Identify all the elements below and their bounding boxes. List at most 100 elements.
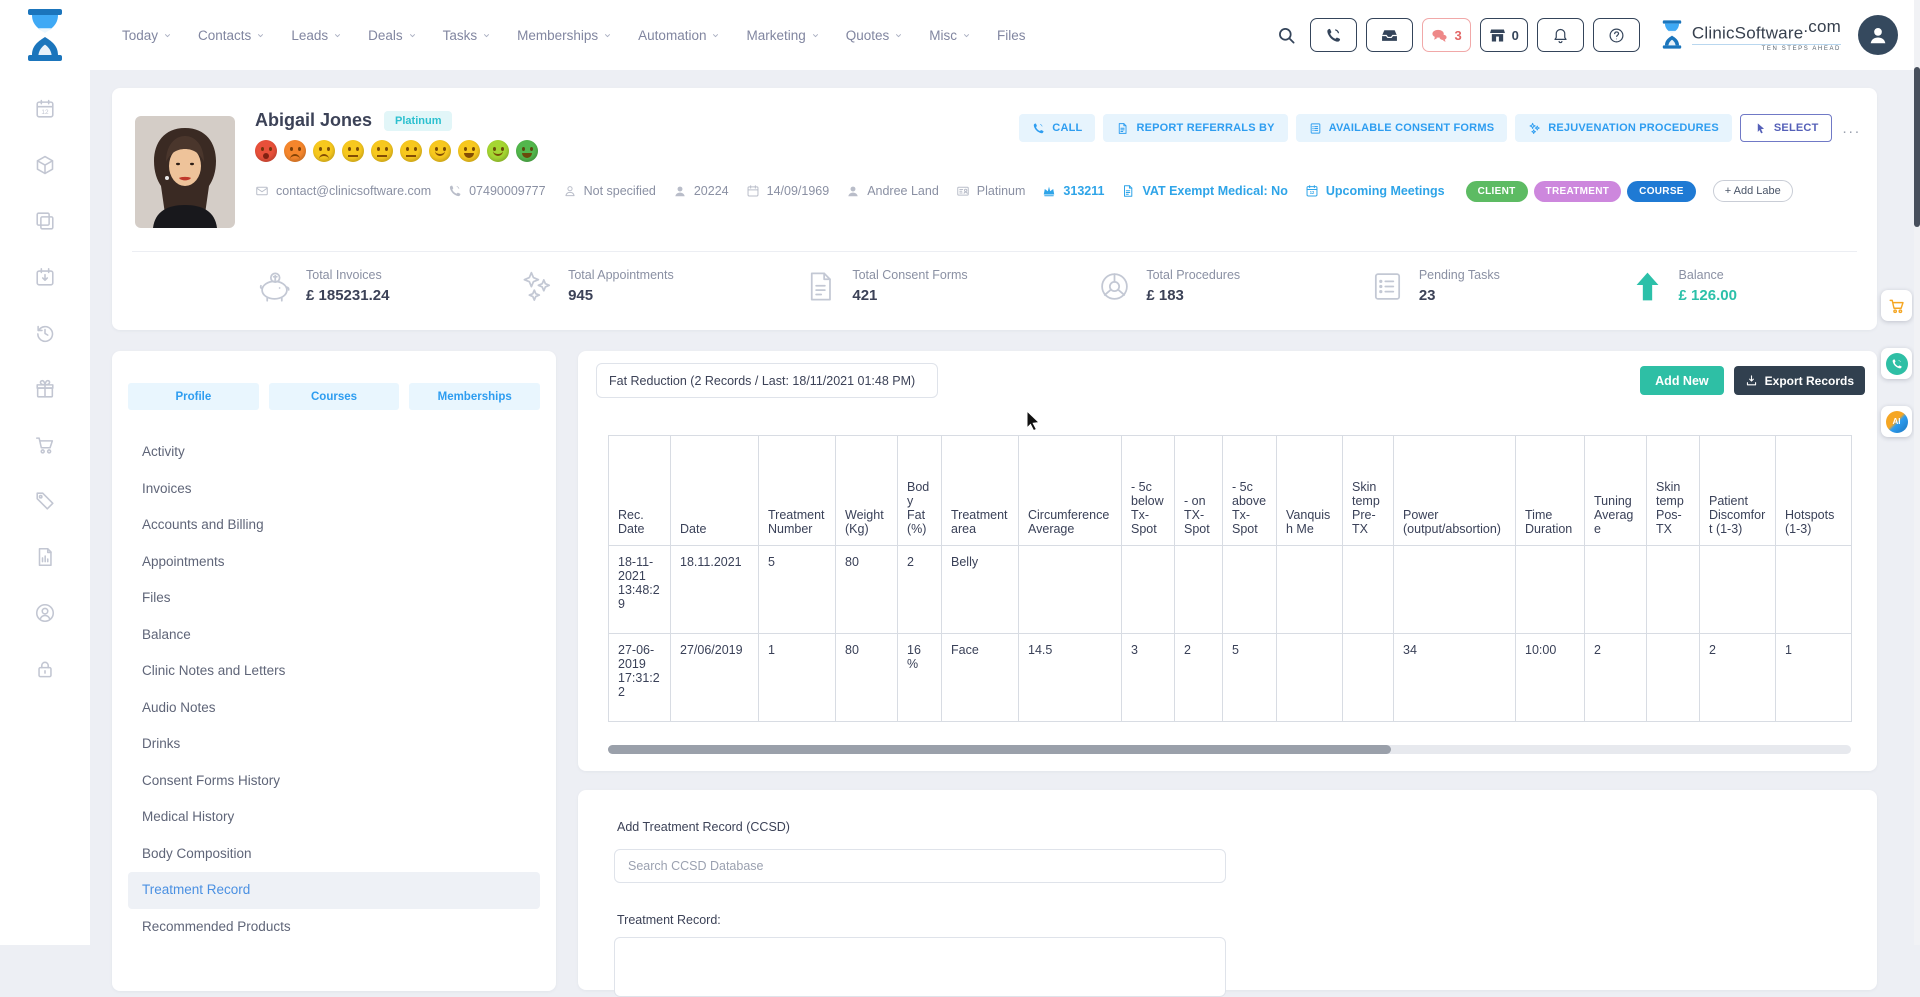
mood-smiley-icon[interactable] [371, 140, 393, 162]
table-row[interactable]: 18-11-2021 13:48:2918.11.2021 580 2Belly [609, 546, 1852, 634]
user-badge-icon[interactable] [34, 602, 56, 624]
dialer-button[interactable] [1310, 18, 1357, 52]
ccsd-search-input[interactable] [614, 849, 1226, 883]
nav-item[interactable]: Memberships [517, 28, 612, 43]
profile-menu-item[interactable]: Appointments [128, 544, 540, 581]
call-widget-button[interactable] [1881, 348, 1912, 379]
nav-item[interactable]: Automation [638, 28, 720, 43]
profile-menu-item[interactable]: Audio Notes [128, 690, 540, 727]
document-icon [803, 269, 838, 304]
label-pill[interactable]: TREATMENT [1534, 181, 1622, 202]
nav-item[interactable]: Leads [291, 28, 342, 43]
select-button[interactable]: SELECT [1740, 114, 1833, 142]
lock-icon[interactable] [34, 658, 56, 680]
notifications-button[interactable] [1537, 18, 1584, 52]
nav-item[interactable]: Tasks [443, 28, 492, 43]
app-logo-hourglass-icon[interactable] [21, 6, 69, 64]
available-consent-forms-button[interactable]: AVAILABLE CONSENT FORMS [1296, 114, 1508, 142]
report-icon[interactable] [34, 546, 56, 568]
nav-item[interactable]: Quotes [846, 28, 904, 43]
nav-item[interactable]: Contacts [198, 28, 265, 43]
profile-tab[interactable]: Profile [128, 383, 259, 410]
patient-dob: 14/09/1969 [746, 184, 830, 198]
loyalty-points[interactable]: 313211 [1042, 184, 1104, 198]
upcoming-meetings-link[interactable]: Upcoming Meetings [1305, 184, 1445, 198]
mood-smiley-icon[interactable] [400, 140, 422, 162]
profile-menu-item[interactable]: Treatment Record [128, 872, 540, 909]
profile-menu-item[interactable]: Accounts and Billing [128, 507, 540, 544]
profile-menu-item[interactable]: Medical History [128, 799, 540, 836]
brand-name: ClinicSoftware [1692, 23, 1803, 42]
patient-meta-row: contact@clinicsoftware.com 07490009777 N… [255, 180, 1793, 202]
treatment-record-textarea[interactable] [614, 937, 1226, 997]
mood-smiley-icon[interactable] [458, 140, 480, 162]
profile-tab[interactable]: Courses [269, 383, 400, 410]
add-label-button[interactable]: + Add Labe [1713, 180, 1793, 202]
calendar-import-icon[interactable] [34, 266, 56, 288]
call-button[interactable]: CALL [1019, 114, 1095, 142]
profile-menu-item[interactable]: Consent Forms History [128, 763, 540, 800]
record-group-selector[interactable]: Fat Reduction (2 Records / Last: 18/11/2… [596, 363, 938, 398]
nav-item[interactable]: Today [122, 28, 172, 43]
patient-email[interactable]: contact@clinicsoftware.com [255, 184, 431, 198]
package-icon[interactable] [34, 154, 56, 176]
tag-icon[interactable] [34, 490, 56, 512]
mood-smiley-icon[interactable] [516, 140, 538, 162]
brand-logo[interactable]: ClinicSoftware.com TEN STEPS AHEAD [1659, 18, 1841, 52]
table-row[interactable]: 27-06-2019 17:31:2227/06/2019 180 16%Fac… [609, 634, 1852, 722]
mood-smiley-icon[interactable] [284, 140, 306, 162]
page-vertical-scrollbar[interactable] [1914, 0, 1920, 945]
rejuvenation-procedures-button[interactable]: REJUVENATION PROCEDURES [1515, 114, 1732, 142]
table-horizontal-scrollbar[interactable] [608, 745, 1851, 754]
mood-smiley-icon[interactable] [342, 140, 364, 162]
phone-icon [448, 184, 462, 198]
mood-smiley-icon[interactable] [429, 140, 451, 162]
tier-badge: Platinum [384, 111, 452, 131]
profile-menu-item[interactable]: Body Composition [128, 836, 540, 873]
chat-button[interactable]: 3 [1422, 18, 1470, 52]
scrollbar-thumb[interactable] [608, 745, 1391, 754]
search-icon[interactable] [1277, 26, 1296, 45]
profile-menu-item[interactable]: Recommended Products [128, 909, 540, 946]
export-records-button[interactable]: Export Records [1734, 366, 1865, 395]
nav-item[interactable]: Deals [368, 28, 417, 43]
inbox-button[interactable] [1366, 18, 1413, 52]
nav-item[interactable]: Marketing [746, 28, 819, 43]
nav-item[interactable]: Misc [929, 28, 971, 43]
profile-tab[interactable]: Memberships [409, 383, 540, 410]
profile-menu-item[interactable]: Activity [128, 434, 540, 471]
profile-tabs: Profile Courses Memberships [112, 351, 556, 410]
mood-smiley-icon[interactable] [313, 140, 335, 162]
vat-status[interactable]: VAT Exempt Medical: No [1121, 184, 1287, 198]
report-referrals-button[interactable]: REPORT REFERRALS BY [1103, 114, 1287, 142]
history-icon[interactable] [34, 322, 56, 344]
more-actions-button[interactable]: ... [1842, 120, 1861, 137]
user-avatar[interactable] [1858, 15, 1898, 55]
treatment-record-label: Treatment Record: [617, 913, 1877, 927]
profile-menu-item[interactable]: Drinks [128, 726, 540, 763]
calendar-date-icon[interactable] [34, 98, 56, 120]
chevron-down-icon [163, 31, 172, 40]
patient-phone[interactable]: 07490009777 [448, 184, 545, 198]
profile-menu-item[interactable]: Clinic Notes and Letters [128, 653, 540, 690]
ai-widget-button[interactable]: AI [1881, 406, 1912, 437]
patient-photo[interactable] [135, 116, 235, 228]
add-new-button[interactable]: Add New [1640, 366, 1723, 395]
cart-widget-button[interactable] [1881, 290, 1912, 321]
mood-smiley-icon[interactable] [255, 140, 277, 162]
help-button[interactable] [1593, 18, 1640, 52]
copy-icon[interactable] [34, 210, 56, 232]
person-icon [673, 184, 687, 198]
table-column-header: Skin temp Pos-TX [1647, 436, 1700, 546]
cart-icon[interactable] [34, 434, 56, 456]
profile-menu-item[interactable]: Invoices [128, 471, 540, 508]
label-pill[interactable]: CLIENT [1466, 181, 1528, 202]
nav-item[interactable]: Files [997, 28, 1026, 43]
mood-smiley-icon[interactable] [487, 140, 509, 162]
store-button[interactable]: 0 [1480, 18, 1528, 52]
gift-icon[interactable] [34, 378, 56, 400]
profile-menu-item[interactable]: Balance [128, 617, 540, 654]
scrollbar-thumb[interactable] [1914, 67, 1920, 227]
profile-menu-item[interactable]: Files [128, 580, 540, 617]
label-pill[interactable]: COURSE [1627, 181, 1696, 202]
